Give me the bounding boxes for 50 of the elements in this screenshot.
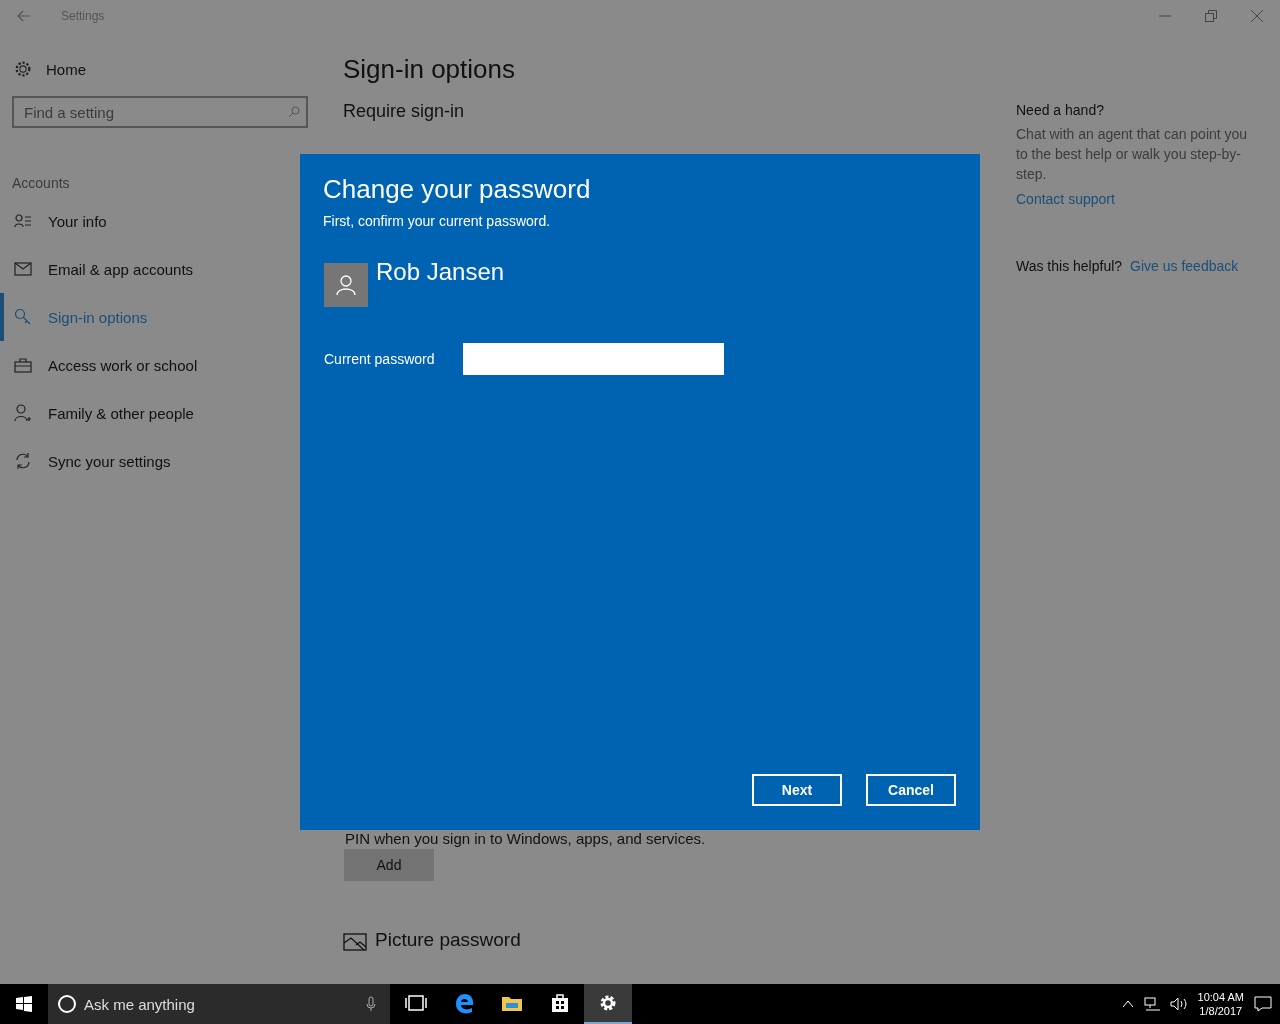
chevron-up-icon[interactable] [1121, 1000, 1134, 1008]
user-avatar-icon [324, 263, 368, 307]
sidebar-item[interactable]: Access work or school [0, 341, 320, 389]
dialog-subtitle: First, confirm your current password. [323, 213, 552, 229]
microphone-icon[interactable] [366, 996, 376, 1012]
section-heading: Accounts [12, 175, 71, 191]
sidebar-item[interactable]: Family & other people [0, 389, 320, 437]
picture-icon [343, 933, 367, 951]
sidebar-item[interactable]: Your info [0, 197, 320, 245]
section-heading: Picture password [375, 929, 521, 951]
mail-icon [14, 262, 32, 276]
browser-icon [453, 992, 475, 1014]
help-heading: Need a hand? [1016, 102, 1105, 118]
network-icon[interactable] [1143, 997, 1160, 1011]
user-name: Rob Jansen [376, 258, 505, 286]
home-nav-item[interactable]: Home [0, 42, 320, 96]
description-text: PIN when you sign in to Windows, apps, and services. [345, 830, 707, 847]
folder-icon [501, 994, 523, 1012]
field-label: Current password [324, 351, 435, 367]
windows-logo-icon[interactable] [16, 996, 32, 1012]
notifications-icon[interactable] [1254, 996, 1272, 1012]
search-icon [288, 106, 300, 118]
person-card-icon [14, 214, 32, 228]
gear-icon [598, 993, 618, 1013]
key-icon [14, 308, 32, 326]
taskbar-search-field[interactable]: Ask me anything [48, 984, 390, 1024]
close-icon[interactable] [1251, 10, 1263, 22]
dialog-title: Change your password [323, 174, 592, 205]
dialog-button[interactable]: Cancel [866, 774, 956, 806]
settings-icon [14, 60, 32, 78]
add-button[interactable]: Add [344, 849, 434, 881]
search-field[interactable]: Find a setting [12, 96, 308, 128]
circle-icon [57, 994, 77, 1014]
section-heading: Require sign-in [343, 101, 466, 122]
task-view-icon [405, 995, 427, 1011]
person-add-icon [14, 404, 32, 422]
sync-icon [14, 452, 32, 470]
shopping-bag-icon [550, 993, 570, 1013]
sidebar-item[interactable]: Sync your settings [0, 437, 320, 485]
dialog-button[interactable]: Next [752, 774, 842, 806]
speaker-icon[interactable] [1169, 997, 1188, 1011]
page-title: Sign-in options [343, 54, 516, 85]
restore-icon[interactable] [1205, 10, 1217, 22]
taskbar-app-button[interactable] [584, 984, 632, 1024]
password-field[interactable] [462, 343, 724, 375]
feedback-question: Was this helpful? [1016, 258, 1123, 274]
briefcase-icon [14, 357, 32, 373]
help-text: Chat with an agent that can point you to the best help or walk you step-by-step. [1016, 125, 1249, 184]
sidebar-item[interactable]: Email & app accounts [0, 245, 320, 293]
taskbar-clock[interactable]: 10:04 AM 1/8/2017 [1197, 990, 1244, 1018]
